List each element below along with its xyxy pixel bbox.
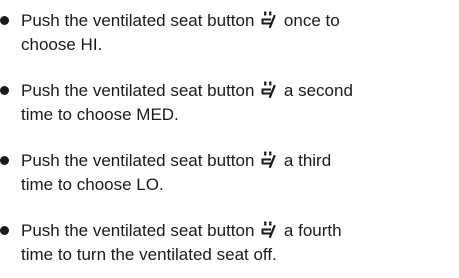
ventilated-seat-icon [261,81,276,98]
instruction-line: Push the ventilated seat button once to [21,10,340,32]
instruction-text: Push the ventilated seat button [21,221,255,240]
ventilated-seat-icon [261,151,276,168]
bullet [0,226,9,235]
instruction-text: a third [283,151,332,170]
instruction-line: choose HI. [21,35,103,54]
instruction-text: Push the ventilated seat button [21,11,255,30]
instruction-text: a fourth [283,221,342,240]
instruction-line: Push the ventilated seat button a fourth [21,220,342,242]
instruction-text: a second [283,81,353,100]
instruction-line: time to choose MED. [21,105,179,124]
instruction-line: time to choose LO. [21,175,164,194]
instruction-text: Push the ventilated seat button [21,81,255,100]
instruction-text: Push the ventilated seat button [21,151,255,170]
ventilated-seat-icon [261,221,276,238]
bullet [0,156,9,165]
ventilated-seat-icon [261,11,276,28]
instruction-line: Push the ventilated seat button a third [21,150,331,172]
instruction-line: Push the ventilated seat button a second [21,80,353,102]
instruction-text: once to [283,11,340,30]
bullet [0,16,9,25]
instruction-line: time to turn the ventilated seat off. [21,245,277,264]
bullet [0,86,9,95]
